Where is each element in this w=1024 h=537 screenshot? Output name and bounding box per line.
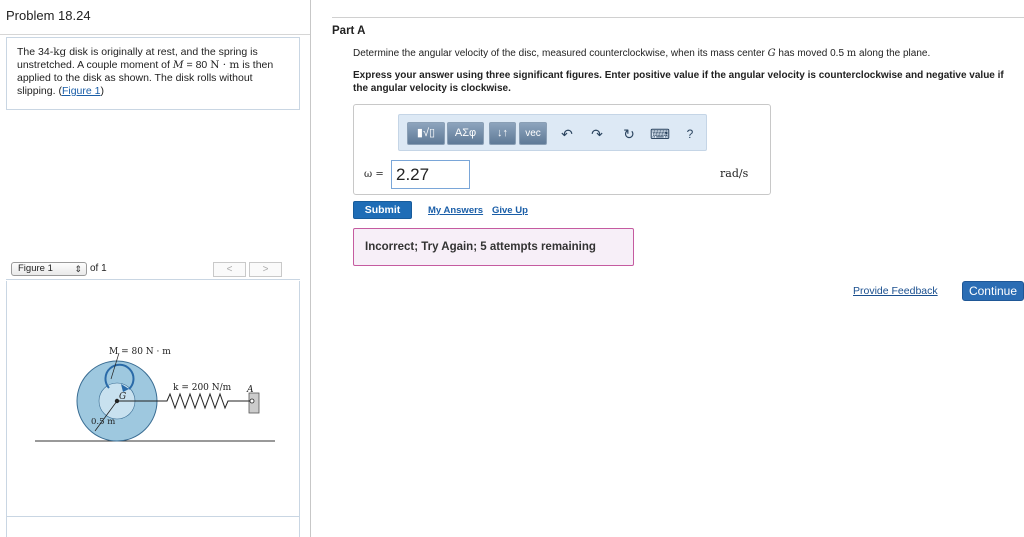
greek-symbols-button[interactable]: ΑΣφ	[447, 122, 484, 145]
templates-button[interactable]: ▮√▯	[407, 122, 445, 145]
moment-label: M = 80 N · m	[109, 347, 171, 357]
answer-panel: Part A Determine the angular velocity of…	[312, 0, 1024, 537]
moment-unit: N · m	[210, 59, 240, 71]
previous-figure-button[interactable]: <	[213, 262, 246, 277]
question-part: has moved 0.5	[775, 48, 847, 59]
undo-icon[interactable]: ↶	[556, 123, 578, 145]
subscript-superscript-button[interactable]: ↓↑	[489, 122, 516, 145]
problem-title: Problem 18.24	[6, 8, 91, 23]
figure-toolbar: Figure 1 ⇕ of 1 < >	[6, 258, 300, 280]
my-answers-link[interactable]: My Answers	[428, 205, 483, 216]
answer-units: rad/s	[720, 167, 749, 180]
vector-button[interactable]: vec	[519, 122, 547, 145]
reset-icon[interactable]: ↻	[618, 123, 640, 145]
top-divider	[332, 17, 1024, 18]
give-up-link[interactable]: Give Up	[492, 205, 528, 216]
feedback-message: Incorrect; Try Again; 5 attempts remaini…	[353, 228, 634, 266]
wall-bracket	[248, 392, 260, 414]
question-unit: m	[846, 48, 857, 59]
question-part: along the plane.	[856, 48, 931, 59]
problem-text: The 34-	[17, 46, 54, 58]
answer-instructions: Express your answer using three signific…	[353, 70, 1004, 94]
disk-spring-figure: M = 80 N · m k = 200 N/m G A 0.5 m	[35, 347, 275, 442]
answer-input[interactable]	[391, 160, 470, 189]
figure-select-value: Figure 1	[18, 263, 53, 274]
question-variable: G	[767, 48, 776, 59]
provide-feedback-link[interactable]: Provide Feedback	[853, 285, 938, 297]
moment-variable: M	[172, 59, 184, 71]
part-title: Part A	[332, 25, 366, 37]
problem-text: = 80	[183, 59, 211, 71]
problem-text: )	[100, 85, 104, 97]
answer-variable: ω =	[364, 169, 384, 180]
point-a-label: A	[246, 385, 254, 395]
pin-point	[249, 398, 255, 404]
spring-label: k = 200 N/m	[173, 383, 232, 393]
math-toolbar: ▮√▯ ΑΣφ ↓↑ vec ↶ ↷ ↻ ⌨ ?	[398, 114, 707, 151]
radius-label: 0.5 m	[91, 417, 115, 427]
figure-link[interactable]: Figure 1	[62, 85, 101, 97]
center-label: G	[119, 392, 126, 402]
next-figure-button[interactable]: >	[249, 262, 282, 277]
mass-unit: kg	[53, 46, 67, 58]
figure-area: M = 80 N · m k = 200 N/m G A 0.5 m	[6, 281, 300, 537]
continue-button[interactable]: Continue	[962, 281, 1024, 301]
keyboard-icon[interactable]: ⌨	[649, 123, 671, 145]
problem-panel: Problem 18.24 The 34-kg disk is original…	[0, 0, 311, 537]
help-button[interactable]: ?	[679, 123, 701, 145]
figure-divider	[6, 516, 300, 517]
figure-count: of 1	[90, 263, 107, 274]
question-part: Determine the angular velocity of the di…	[353, 48, 768, 59]
submit-button[interactable]: Submit	[353, 201, 412, 219]
question-text: Determine the angular velocity of the di…	[353, 48, 930, 59]
problem-statement: The 34-kg disk is originally at rest, an…	[6, 37, 300, 110]
redo-icon[interactable]: ↷	[586, 123, 608, 145]
select-arrows-icon: ⇕	[74, 264, 82, 274]
figure-select[interactable]: Figure 1 ⇕	[11, 262, 87, 276]
answer-box: ▮√▯ ΑΣφ ↓↑ vec ↶ ↷ ↻ ⌨ ? ω = rad/s	[353, 104, 771, 195]
problem-header: Problem 18.24	[0, 0, 310, 35]
